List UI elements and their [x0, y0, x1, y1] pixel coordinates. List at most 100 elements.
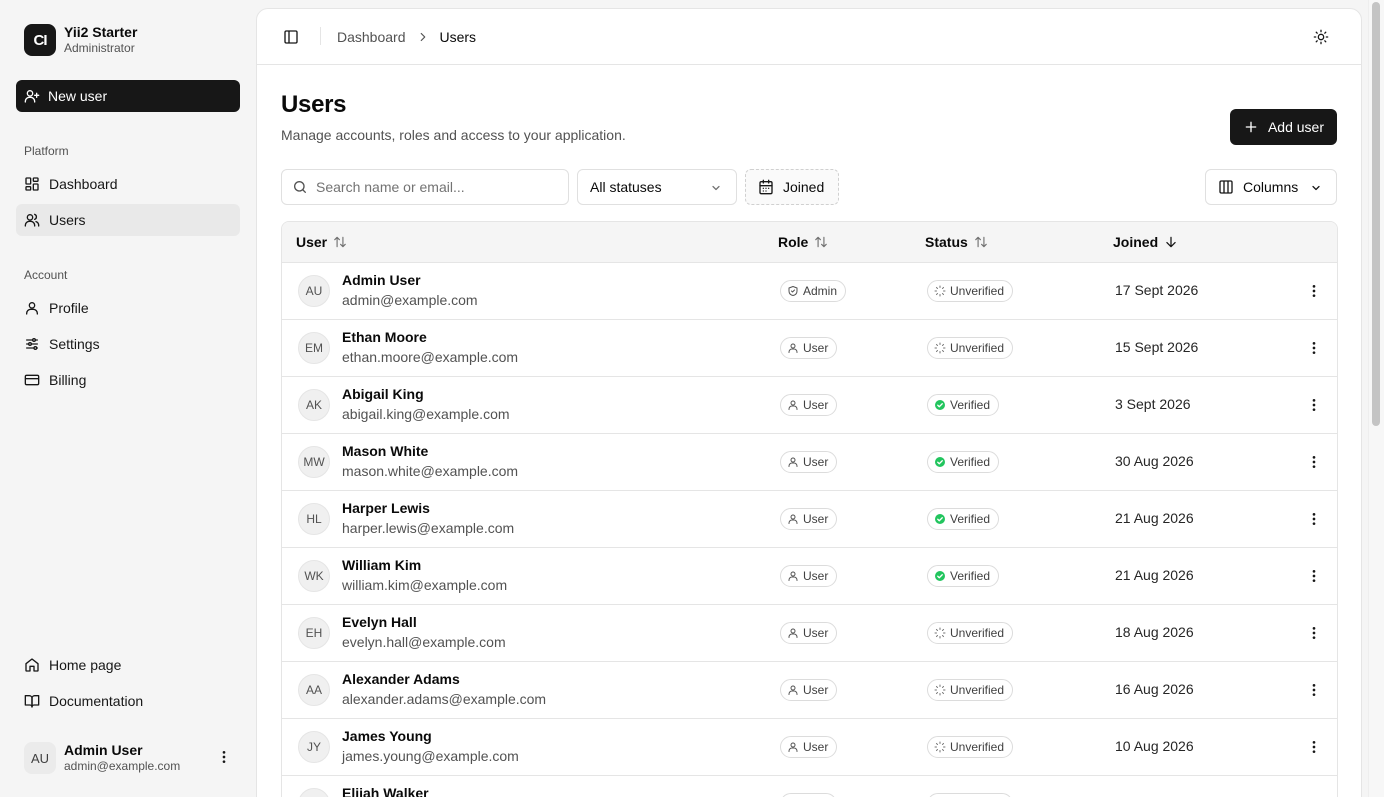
joined-date: 18 Aug 2026 [1115, 624, 1194, 640]
role-badge: Admin [780, 280, 847, 302]
user-name: Abigail King [342, 386, 424, 402]
joined-date: 10 Aug 2026 [1115, 738, 1194, 754]
columns-button[interactable]: Columns [1205, 169, 1337, 205]
avatar: AU [24, 742, 56, 774]
dashboard-icon [25, 177, 39, 191]
status-filter-select[interactable]: All statuses [577, 169, 737, 205]
row-actions-button[interactable] [1304, 509, 1324, 529]
row-actions-button[interactable] [1304, 395, 1324, 415]
table-row[interactable]: AK Abigail King abigail.king@example.com Us… [282, 377, 1337, 434]
user-icon [788, 571, 798, 581]
row-actions-button[interactable] [1304, 281, 1324, 301]
loader-icon [934, 741, 946, 753]
row-actions-button[interactable] [1304, 680, 1324, 700]
search-field[interactable] [281, 169, 569, 205]
check-circle-icon [935, 400, 945, 410]
status-label: Verified [950, 398, 991, 412]
table-row[interactable]: WK William Kim william.kim@example.com User… [282, 548, 1337, 605]
role-badge: User [780, 565, 838, 587]
user-email: evelyn.hall@example.com [342, 634, 506, 650]
user-name: Mason White [342, 443, 429, 459]
avatar: JY [298, 731, 330, 763]
check-circle-icon [935, 571, 945, 581]
role-label: User [803, 740, 829, 754]
table-row[interactable]: EH Evelyn Hall evelyn.hall@example.com User… [282, 605, 1337, 662]
platform-section-label: Platform [24, 144, 69, 158]
sidebar-item-label: Home page [49, 657, 122, 673]
sidebar-item-dashboard[interactable]: Dashboard [16, 168, 240, 200]
sidebar-item-users[interactable]: Users [16, 204, 240, 236]
breadcrumb-users: Users [439, 29, 477, 45]
sidebar-user-name: Admin User [64, 742, 143, 758]
column-header-label: Role [778, 234, 809, 250]
more-vertical-icon[interactable] [216, 749, 232, 768]
avatar: HL [298, 503, 330, 535]
sidebar-item-label: Profile [49, 300, 89, 316]
theme-toggle-button[interactable] [1311, 27, 1331, 47]
user-email: harper.lewis@example.com [342, 520, 515, 536]
role-badge: User [780, 736, 838, 758]
breadcrumb-dashboard[interactable]: Dashboard [337, 29, 406, 45]
sidebar: CI Yii2 Starter Administrator New user P… [0, 0, 256, 797]
status-badge: Unverified [927, 679, 1014, 701]
column-header-status[interactable]: Status [925, 234, 988, 250]
search-input[interactable] [316, 179, 556, 195]
joined-filter-button[interactable]: Joined [745, 169, 839, 205]
row-actions-button[interactable] [1304, 566, 1324, 586]
table-row[interactable]: AA Alexander Adams alexander.adams@example… [282, 662, 1337, 719]
sidebar-item-settings[interactable]: Settings [16, 328, 240, 360]
sidebar-item-label: Billing [49, 372, 87, 388]
row-actions-button[interactable] [1304, 623, 1324, 643]
role-label: User [803, 569, 829, 583]
column-header-label: Status [925, 234, 968, 250]
joined-date: 21 Aug 2026 [1115, 567, 1194, 583]
sidebar-item-billing[interactable]: Billing [16, 364, 240, 396]
status-badge: Unverified [927, 793, 1014, 797]
column-header-joined[interactable]: Joined [1113, 234, 1178, 250]
row-actions-button[interactable] [1304, 338, 1324, 358]
status-filter-value: All statuses [590, 179, 662, 195]
sidebar-item-documentation[interactable]: Documentation [16, 685, 240, 717]
topbar: Dashboard Users [257, 9, 1361, 65]
row-actions-button[interactable] [1304, 452, 1324, 472]
add-user-button[interactable]: Add user [1230, 109, 1337, 145]
user-icon [788, 400, 798, 410]
avatar: MW [298, 446, 330, 478]
table-row[interactable]: EW Elijah Walker User Unverified [282, 776, 1337, 797]
brand[interactable]: CI Yii2 Starter Administrator [24, 24, 137, 56]
table-row[interactable]: HL Harper Lewis harper.lewis@example.com Us… [282, 491, 1337, 548]
status-badge: Verified [927, 451, 1000, 473]
sidebar-item-home-page[interactable]: Home page [16, 649, 240, 681]
app-name: Yii2 Starter [64, 24, 138, 40]
avatar: AK [298, 389, 330, 421]
main-panel: Dashboard Users Users Manage accounts, r… [256, 8, 1362, 797]
table-row[interactable]: JY James Young james.young@example.com User… [282, 719, 1337, 776]
user-email: james.young@example.com [342, 748, 519, 764]
divider [320, 27, 321, 45]
avatar: WK [298, 560, 330, 592]
table-row[interactable]: EM Ethan Moore ethan.moore@example.com User… [282, 320, 1337, 377]
more-vertical-icon [1312, 399, 1316, 411]
user-name: Admin User [342, 272, 421, 288]
sidebar-user[interactable]: AU Admin User admin@example.com [24, 740, 240, 776]
page-scrollbar-track[interactable] [1368, 0, 1384, 797]
user-email: alexander.adams@example.com [342, 691, 547, 707]
sidebar-item-profile[interactable]: Profile [16, 292, 240, 324]
sidebar-toggle-button[interactable] [281, 27, 301, 47]
role-label: User [803, 341, 829, 355]
column-header-role[interactable]: Role [778, 234, 828, 250]
table-row[interactable]: MW Mason White mason.white@example.com User… [282, 434, 1337, 491]
sidebar-item-label: Users [49, 212, 86, 228]
column-header-user[interactable]: User [296, 234, 347, 250]
status-label: Verified [950, 512, 991, 526]
status-badge: Verified [927, 565, 1000, 587]
user-name: Alexander Adams [342, 671, 460, 687]
column-header-label: User [296, 234, 328, 250]
page-scrollbar-thumb[interactable] [1372, 2, 1380, 426]
new-user-button[interactable]: New user [16, 80, 240, 112]
status-badge: Unverified [927, 736, 1014, 758]
user-icon [788, 742, 798, 752]
joined-date: 3 Sept 2026 [1115, 396, 1191, 412]
table-row[interactable]: AU Admin User admin@example.com Admin Unveri… [282, 263, 1337, 320]
row-actions-button[interactable] [1304, 737, 1324, 757]
